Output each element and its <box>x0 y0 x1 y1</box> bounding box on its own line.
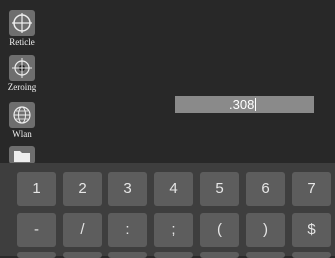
key-row3-partial[interactable] <box>108 252 147 258</box>
key-dollar[interactable]: $ <box>292 213 331 247</box>
sidebar-item-reticle[interactable]: Reticle <box>0 10 44 47</box>
input-value: .308 <box>229 97 255 112</box>
key-7[interactable]: 7 <box>292 172 331 206</box>
sidebar-item-label: Reticle <box>9 37 35 47</box>
reticle-icon <box>9 10 35 36</box>
desktop: Reticle Zeroing Wlan .308 <box>0 0 335 165</box>
key-1[interactable]: 1 <box>17 172 56 206</box>
key-row3-partial[interactable] <box>292 252 331 258</box>
key-3[interactable]: 3 <box>108 172 147 206</box>
key-colon[interactable]: : <box>108 213 147 247</box>
key-hyphen[interactable]: - <box>17 213 56 247</box>
sidebar-item-wlan[interactable]: Wlan <box>0 102 44 139</box>
key-slash[interactable]: / <box>63 213 102 247</box>
key-5[interactable]: 5 <box>200 172 239 206</box>
sidebar-item-folder[interactable] <box>0 146 44 164</box>
globe-icon <box>9 102 35 128</box>
key-row3-partial[interactable] <box>17 252 56 258</box>
text-input-field[interactable]: .308 <box>175 96 314 113</box>
sidebar-item-label: Zeroing <box>7 82 37 92</box>
sidebar-item-zeroing[interactable]: Zeroing <box>0 55 44 92</box>
key-close-paren[interactable]: ) <box>246 213 285 247</box>
key-row3-partial[interactable] <box>200 252 239 258</box>
key-2[interactable]: 2 <box>63 172 102 206</box>
zeroing-icon <box>9 55 35 81</box>
key-row3-partial[interactable] <box>154 252 193 258</box>
key-open-paren[interactable]: ( <box>200 213 239 247</box>
folder-icon <box>9 146 35 164</box>
key-6[interactable]: 6 <box>246 172 285 206</box>
key-row3-partial[interactable] <box>246 252 285 258</box>
sidebar-item-label: Wlan <box>12 129 32 139</box>
key-4[interactable]: 4 <box>154 172 193 206</box>
text-caret <box>255 98 257 111</box>
key-row3-partial[interactable] <box>63 252 102 258</box>
key-semicolon[interactable]: ; <box>154 213 193 247</box>
on-screen-keyboard: 1 2 3 4 5 6 7 - / : ; ( ) $ <box>0 163 335 258</box>
